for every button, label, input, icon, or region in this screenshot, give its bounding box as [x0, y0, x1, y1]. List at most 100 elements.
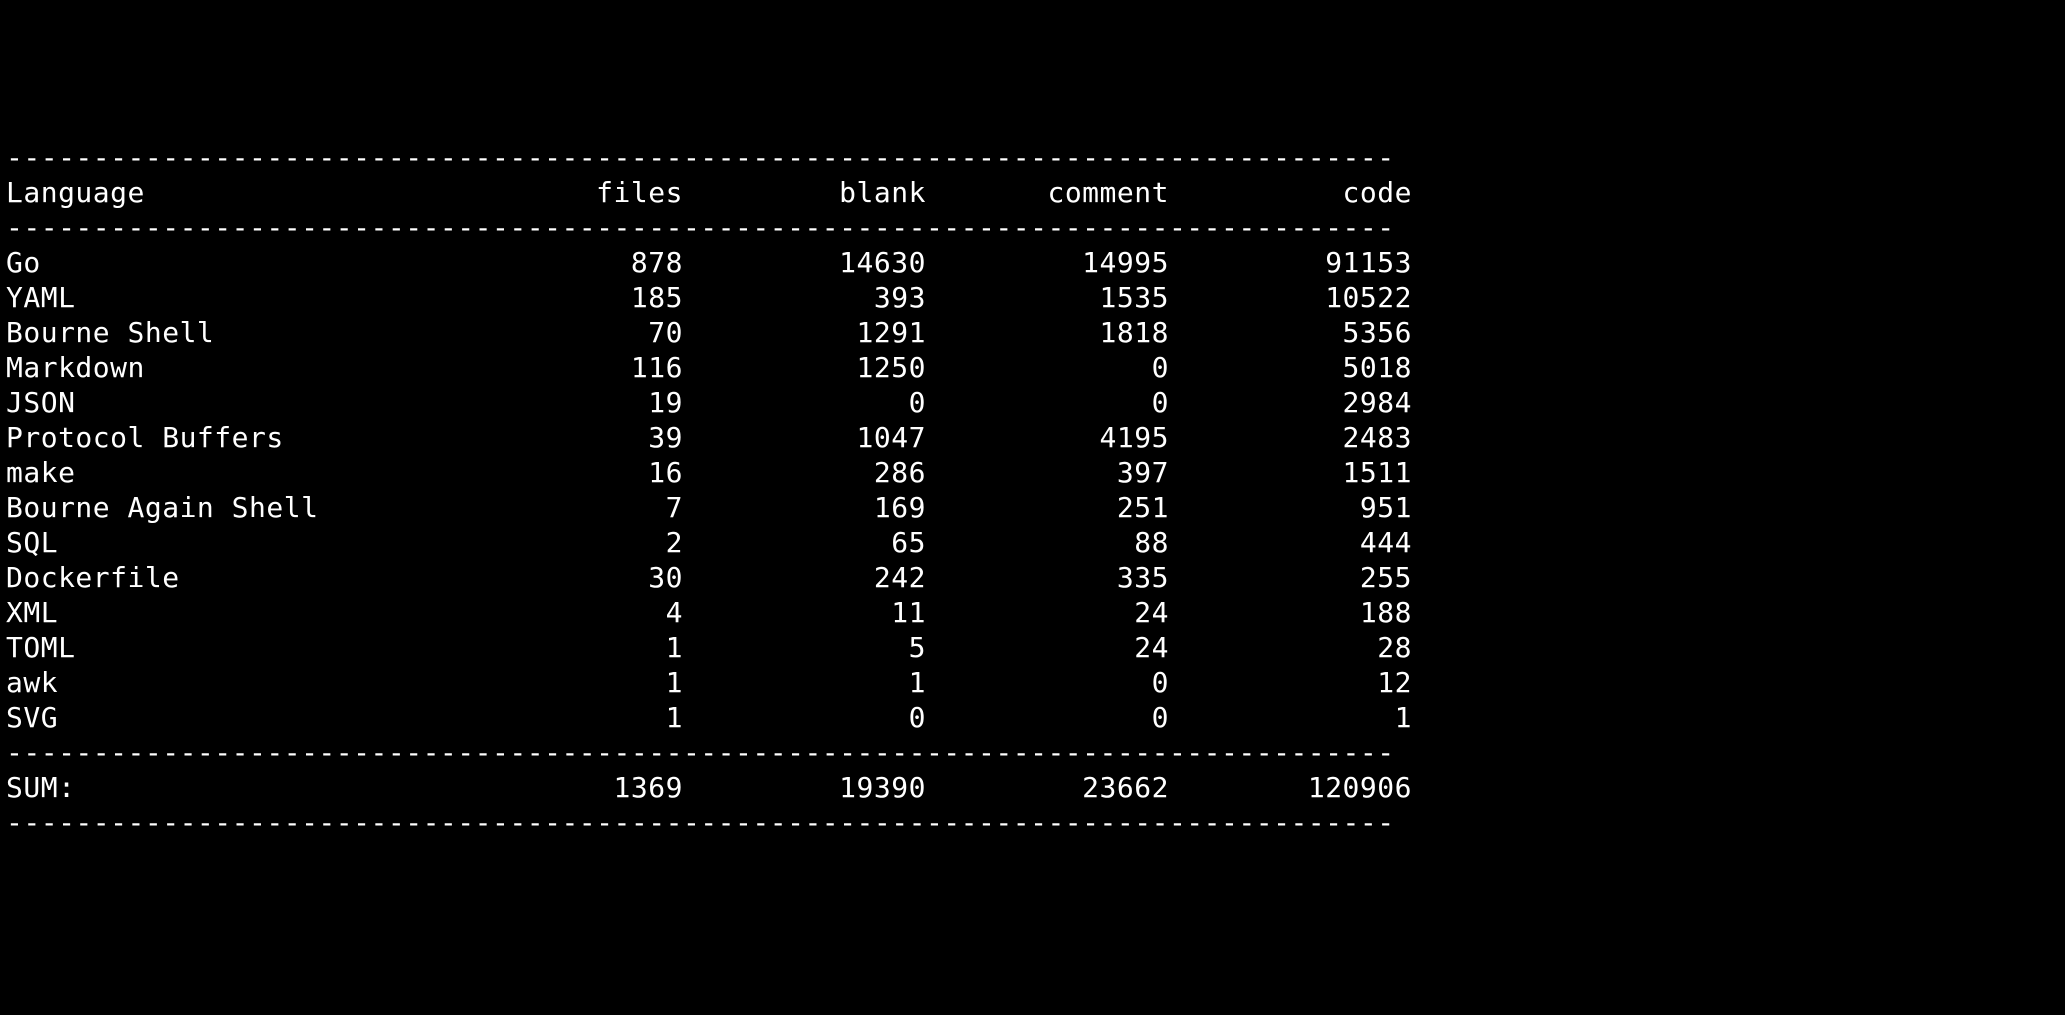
- cell-blank: 1047: [683, 421, 926, 454]
- cell-comment: 0: [926, 351, 1169, 384]
- cell-files: 30: [440, 561, 683, 594]
- cell-language: XML: [6, 596, 440, 629]
- cell-comment: 0: [926, 701, 1169, 734]
- sum-row: SUM: 1369 19390 23662 120906: [6, 771, 1412, 804]
- table-row: SQL 2 65 88 444: [6, 526, 1412, 559]
- cell-comment: 251: [926, 491, 1169, 524]
- col-files: files: [440, 176, 683, 209]
- cell-comment: 1818: [926, 316, 1169, 349]
- cell-language: SVG: [6, 701, 440, 734]
- sum-comment: 23662: [926, 771, 1169, 804]
- cell-files: 116: [440, 351, 683, 384]
- separator: ----------------------------------------…: [6, 806, 1395, 839]
- cell-files: 39: [440, 421, 683, 454]
- cell-language: Markdown: [6, 351, 440, 384]
- cell-code: 5356: [1169, 316, 1412, 349]
- cell-blank: 1291: [683, 316, 926, 349]
- cell-blank: 242: [683, 561, 926, 594]
- cell-blank: 0: [683, 386, 926, 419]
- cell-files: 19: [440, 386, 683, 419]
- cell-files: 185: [440, 281, 683, 314]
- table-row: Markdown 116 1250 0 5018: [6, 351, 1412, 384]
- cell-code: 188: [1169, 596, 1412, 629]
- table-row: awk 1 1 0 12: [6, 666, 1412, 699]
- cell-comment: 1535: [926, 281, 1169, 314]
- table-row: SVG 1 0 0 1: [6, 701, 1412, 734]
- table-row: TOML 1 5 24 28: [6, 631, 1412, 664]
- cell-comment: 397: [926, 456, 1169, 489]
- table-row: Go 878 14630 14995 91153: [6, 246, 1412, 279]
- cell-blank: 169: [683, 491, 926, 524]
- cell-blank: 1250: [683, 351, 926, 384]
- cell-blank: 5: [683, 631, 926, 664]
- cell-blank: 0: [683, 701, 926, 734]
- cell-files: 16: [440, 456, 683, 489]
- cell-code: 12: [1169, 666, 1412, 699]
- cell-comment: 0: [926, 666, 1169, 699]
- sum-label: SUM:: [6, 771, 440, 804]
- col-comment: comment: [926, 176, 1169, 209]
- col-blank: blank: [683, 176, 926, 209]
- separator: ----------------------------------------…: [6, 141, 1395, 174]
- sum-files: 1369: [440, 771, 683, 804]
- cell-blank: 65: [683, 526, 926, 559]
- cell-comment: 24: [926, 631, 1169, 664]
- cell-code: 5018: [1169, 351, 1412, 384]
- table-row: Dockerfile 30 242 335 255: [6, 561, 1412, 594]
- cell-comment: 4195: [926, 421, 1169, 454]
- cell-files: 2: [440, 526, 683, 559]
- cell-language: Bourne Shell: [6, 316, 440, 349]
- cell-code: 2984: [1169, 386, 1412, 419]
- col-code: code: [1169, 176, 1412, 209]
- cell-language: Protocol Buffers: [6, 421, 440, 454]
- cloc-output: ----------------------------------------…: [0, 140, 2065, 840]
- cell-code: 444: [1169, 526, 1412, 559]
- cell-language: Bourne Again Shell: [6, 491, 440, 524]
- cell-files: 878: [440, 246, 683, 279]
- cell-blank: 1: [683, 666, 926, 699]
- col-language: Language: [6, 176, 440, 209]
- cell-language: SQL: [6, 526, 440, 559]
- cell-language: Dockerfile: [6, 561, 440, 594]
- table-row: Protocol Buffers 39 1047 4195 2483: [6, 421, 1412, 454]
- cell-language: JSON: [6, 386, 440, 419]
- cell-files: 7: [440, 491, 683, 524]
- table-row: Bourne Again Shell 7 169 251 951: [6, 491, 1412, 524]
- cell-blank: 11: [683, 596, 926, 629]
- cell-blank: 14630: [683, 246, 926, 279]
- cell-files: 1: [440, 701, 683, 734]
- cell-comment: 14995: [926, 246, 1169, 279]
- cell-code: 1511: [1169, 456, 1412, 489]
- cell-language: make: [6, 456, 440, 489]
- cell-comment: 335: [926, 561, 1169, 594]
- table-row: Bourne Shell 70 1291 1818 5356: [6, 316, 1412, 349]
- cell-comment: 0: [926, 386, 1169, 419]
- cell-files: 4: [440, 596, 683, 629]
- cell-code: 28: [1169, 631, 1412, 664]
- cell-code: 1: [1169, 701, 1412, 734]
- separator: ----------------------------------------…: [6, 736, 1395, 769]
- cell-language: TOML: [6, 631, 440, 664]
- cell-code: 951: [1169, 491, 1412, 524]
- cell-files: 1: [440, 631, 683, 664]
- separator: ----------------------------------------…: [6, 211, 1395, 244]
- cell-code: 10522: [1169, 281, 1412, 314]
- table-row: YAML 185 393 1535 10522: [6, 281, 1412, 314]
- cell-language: YAML: [6, 281, 440, 314]
- cell-comment: 88: [926, 526, 1169, 559]
- cell-language: awk: [6, 666, 440, 699]
- sum-blank: 19390: [683, 771, 926, 804]
- cell-blank: 286: [683, 456, 926, 489]
- table-row: XML 4 11 24 188: [6, 596, 1412, 629]
- table-row: make 16 286 397 1511: [6, 456, 1412, 489]
- cell-comment: 24: [926, 596, 1169, 629]
- cell-language: Go: [6, 246, 440, 279]
- cell-code: 91153: [1169, 246, 1412, 279]
- cell-blank: 393: [683, 281, 926, 314]
- cell-files: 1: [440, 666, 683, 699]
- cell-code: 255: [1169, 561, 1412, 594]
- sum-code: 120906: [1169, 771, 1412, 804]
- table-row: JSON 19 0 0 2984: [6, 386, 1412, 419]
- cell-files: 70: [440, 316, 683, 349]
- cell-code: 2483: [1169, 421, 1412, 454]
